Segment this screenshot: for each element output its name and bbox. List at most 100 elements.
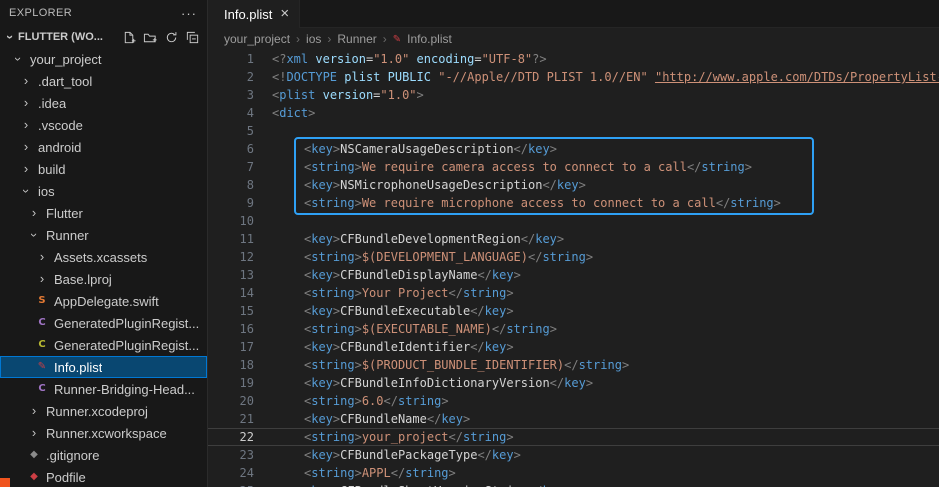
tree-item-dart-tool[interactable]: ›.dart_tool	[0, 70, 207, 92]
chevron-down-icon: ›	[10, 51, 26, 67]
line-number: 7	[208, 158, 254, 176]
chevron-down-icon: ›	[26, 227, 42, 243]
tree-item-runner-xcworkspace[interactable]: ›Runner.xcworkspace	[0, 422, 207, 444]
tree-item-gitignore[interactable]: ◆.gitignore	[0, 444, 207, 466]
code-line[interactable]: 13<key>CFBundleDisplayName</key>	[208, 266, 939, 284]
collapse-all-icon[interactable]	[183, 28, 201, 46]
code-line-content: <key>CFBundleDevelopmentRegion</key>	[272, 230, 564, 248]
code-line[interactable]: 2<!DOCTYPE plist PUBLIC "-//Apple//DTD P…	[208, 68, 939, 86]
code-line[interactable]: 3<plist version="1.0">	[208, 86, 939, 104]
git-icon: ◆	[26, 447, 42, 463]
tree-item-info-plist[interactable]: ✎Info.plist	[0, 356, 207, 378]
chevron-down-icon: ›	[18, 183, 34, 199]
code-line-content: <string>We require camera access to conn…	[272, 158, 752, 176]
more-actions-icon[interactable]: ···	[181, 6, 197, 21]
tab-info-plist[interactable]: Info.plist ×	[208, 0, 300, 28]
code-line[interactable]: 4<dict>	[208, 104, 939, 122]
chevron-down-icon: ›	[2, 29, 18, 45]
code-line-content: <plist version="1.0">	[272, 86, 424, 104]
editor-lines: 1<?xml version="1.0" encoding="UTF-8"?>2…	[208, 50, 939, 487]
line-number: 15	[208, 302, 254, 320]
editor: 1<?xml version="1.0" encoding="UTF-8"?>2…	[208, 50, 939, 487]
tree-item-build[interactable]: ›build	[0, 158, 207, 180]
workspace-section-header[interactable]: › FLUTTER (WO...	[0, 26, 207, 48]
code-line-content: <key>CFBundleDisplayName</key>	[272, 266, 521, 284]
line-number: 24	[208, 464, 254, 482]
tree-item-flutter[interactable]: ›Flutter	[0, 202, 207, 224]
tree-item-runner-bridging-head[interactable]: CRunner-Bridging-Head...	[0, 378, 207, 400]
code-line[interactable]: 8 <key>NSMicrophoneUsageDescription</key>	[208, 176, 939, 194]
code-line[interactable]: 23<key>CFBundlePackageType</key>	[208, 446, 939, 464]
code-line[interactable]: 11 <key>CFBundleDevelopmentRegion</key>	[208, 230, 939, 248]
tree-item-label: Runner-Bridging-Head...	[54, 382, 195, 397]
refresh-icon[interactable]	[162, 28, 180, 46]
code-line[interactable]: 10	[208, 212, 939, 230]
tree-item-label: Flutter	[46, 206, 83, 221]
tree-item-assets-xcassets[interactable]: ›Assets.xcassets	[0, 246, 207, 268]
code-line-content: <key>NSMicrophoneUsageDescription</key>	[272, 176, 586, 194]
line-number: 14	[208, 284, 254, 302]
new-folder-icon[interactable]	[141, 28, 159, 46]
code-line[interactable]: 17<key>CFBundleIdentifier</key>	[208, 338, 939, 356]
breadcrumb-item[interactable]: Runner	[337, 32, 376, 46]
code-line[interactable]: 24<string>APPL</string>	[208, 464, 939, 482]
tree-item-base-lproj[interactable]: ›Base.lproj	[0, 268, 207, 290]
tree-item-appdelegate-swift[interactable]: SAppDelegate.swift	[0, 290, 207, 312]
code-line[interactable]: 1<?xml version="1.0" encoding="UTF-8"?>	[208, 50, 939, 68]
tree-item-label: Runner	[46, 228, 89, 243]
code-line[interactable]: 14 <string>Your Project</string>	[208, 284, 939, 302]
explorer-header: EXPLORER ···	[0, 0, 207, 26]
breadcrumb-item[interactable]: Info.plist	[407, 32, 452, 46]
chevron-right-icon: ›	[26, 425, 42, 441]
tree-item-label: build	[38, 162, 65, 177]
chevron-right-icon: ›	[18, 95, 34, 111]
code-line[interactable]: 7 <string>We require camera access to con…	[208, 158, 939, 176]
line-number: 11	[208, 230, 254, 248]
code-line-content: <string>6.0</string>	[272, 392, 449, 410]
code-line[interactable]: 25<key>CFBundleShortVersionString</key>	[208, 482, 939, 487]
code-line[interactable]: 5	[208, 122, 939, 140]
code-line[interactable]: 19<key>CFBundleInfoDictionaryVersion</ke…	[208, 374, 939, 392]
tree-item-ios[interactable]: › ios	[0, 180, 207, 202]
line-number: 8	[208, 176, 254, 194]
code-line-content: <string>$(EXECUTABLE_NAME)</string>	[272, 320, 557, 338]
code-line[interactable]: 21<key>CFBundleName</key>	[208, 410, 939, 428]
code-line[interactable]: 22<string>your_project</string>	[208, 428, 939, 446]
code-line[interactable]: 12<string>$(DEVELOPMENT_LANGUAGE)</strin…	[208, 248, 939, 266]
line-number: 9	[208, 194, 254, 212]
tree-item-generatedpluginregist[interactable]: CGeneratedPluginRegist...	[0, 312, 207, 334]
tree-item-generatedpluginregist[interactable]: CGeneratedPluginRegist...	[0, 334, 207, 356]
code-line[interactable]: 18<string>$(PRODUCT_BUNDLE_IDENTIFIER)</…	[208, 356, 939, 374]
line-number: 19	[208, 374, 254, 392]
c-impl-icon: C	[34, 337, 50, 353]
vscode-window: EXPLORER ··· › FLUTTER (WO...	[0, 0, 939, 487]
breadcrumb-item[interactable]: ios	[306, 32, 321, 46]
tree-item-label: Podfile	[46, 470, 86, 485]
close-icon[interactable]: ×	[280, 7, 289, 21]
tree-item-label: ios	[38, 184, 55, 199]
new-file-icon[interactable]	[120, 28, 138, 46]
code-line[interactable]: 15 <key>CFBundleExecutable</key>	[208, 302, 939, 320]
tree-item-android[interactable]: ›android	[0, 136, 207, 158]
tree-item-vscode[interactable]: ›.vscode	[0, 114, 207, 136]
explorer-actions	[120, 28, 201, 46]
line-number: 18	[208, 356, 254, 374]
tree-item-idea[interactable]: ›.idea	[0, 92, 207, 114]
breadcrumb-item[interactable]: your_project	[224, 32, 290, 46]
chevron-right-icon: ›	[26, 403, 42, 419]
line-number: 1	[208, 50, 254, 68]
code-line-content: <string>Your Project</string>	[272, 284, 514, 302]
code-line[interactable]: 16<string>$(EXECUTABLE_NAME)</string>	[208, 320, 939, 338]
code-line[interactable]: 9<string>We require microphone access to…	[208, 194, 939, 212]
tree-item-your-project[interactable]: ›your_project	[0, 48, 207, 70]
tree-item-podfile[interactable]: ◆Podfile	[0, 466, 207, 487]
breadcrumb: your_project›ios›Runner›✎Info.plist	[208, 28, 939, 50]
code-line[interactable]: 6<key>NSCameraUsageDescription</key>	[208, 140, 939, 158]
code-line-content: <key>CFBundleShortVersionString</key>	[272, 482, 571, 487]
tree-item-runner-xcodeproj[interactable]: ›Runner.xcodeproj	[0, 400, 207, 422]
code-line-content: <key>CFBundleExecutable</key>	[272, 302, 514, 320]
code-line[interactable]: 20<string>6.0</string>	[208, 392, 939, 410]
line-number: 23	[208, 446, 254, 464]
tree-item-runner[interactable]: › Runner	[0, 224, 207, 246]
line-number: 10	[208, 212, 254, 230]
